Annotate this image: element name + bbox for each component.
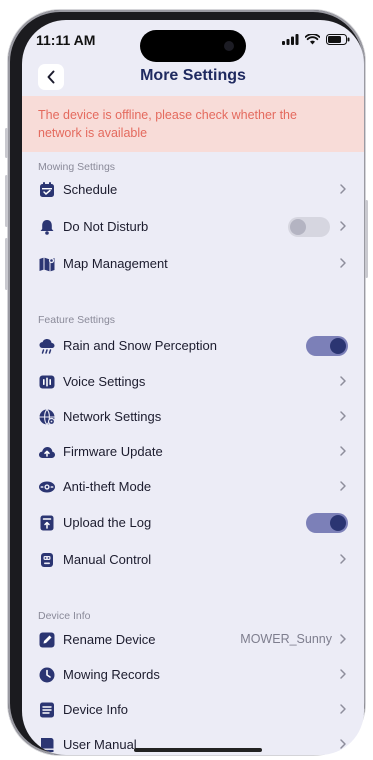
settings-row-label: Upload the Log (63, 515, 152, 530)
toggle-knob (330, 338, 346, 354)
settings-row-label: Firmware Update (63, 444, 163, 459)
settings-row-device-info[interactable]: Device Info (38, 697, 348, 723)
book-icon (41, 738, 54, 752)
nav-bar: More Settings (22, 62, 364, 96)
settings-row-label: Network Settings (63, 409, 162, 424)
action-button (5, 128, 8, 158)
chevron-right-icon (340, 258, 346, 268)
device-name-value: MOWER_Sunny (240, 632, 332, 646)
settings-row-label: Voice Settings (63, 374, 146, 389)
offline-warning-banner: The device is offline, please check whet… (22, 96, 364, 152)
chevron-right-icon (340, 634, 346, 644)
app-screen: 11:11 AM More Settings The device is off… (22, 20, 364, 755)
settings-row-label: User Manual (63, 737, 137, 752)
settings-row-manual-control[interactable]: Manual Control (38, 547, 348, 573)
section-header-device-info: Device Info (38, 610, 91, 622)
volume-down-button (5, 238, 8, 290)
chevron-right-icon (340, 446, 346, 456)
front-camera (224, 41, 234, 51)
upload-log-toggle[interactable] (306, 513, 348, 533)
settings-row-label: Rename Device (63, 632, 156, 647)
clock-icon (39, 667, 55, 683)
settings-row-voice-settings[interactable]: Voice Settings (38, 369, 348, 395)
settings-row-label: Device Info (63, 702, 129, 717)
settings-row-label: Mowing Records (63, 667, 160, 682)
bell-icon (40, 220, 54, 235)
status-time: 11:11 AM (36, 32, 96, 48)
settings-row-schedule[interactable]: Schedule (38, 177, 348, 203)
volume-up-button (5, 175, 8, 227)
map-icon (39, 257, 55, 272)
settings-row-label: Manual Control (63, 552, 152, 567)
anti-theft-icon (39, 481, 55, 493)
settings-row-upload-log[interactable]: Upload the Log (38, 510, 348, 536)
chevron-right-icon (340, 411, 346, 421)
status-bar: 11:11 AM (22, 20, 364, 62)
cloud-upload-icon (39, 447, 55, 458)
settings-row-mowing-records[interactable]: Mowing Records (38, 662, 348, 688)
power-button (365, 200, 368, 278)
page-title: More Settings (140, 67, 246, 84)
section-header-feature-settings: Feature Settings (38, 314, 116, 326)
chevron-right-icon (340, 669, 346, 679)
toggle-knob (330, 515, 346, 531)
edit-icon (39, 632, 55, 648)
settings-row-label: Map Management (63, 256, 168, 271)
rain-cloud-icon (39, 339, 55, 354)
settings-row-anti-theft-mode[interactable]: Anti-theft Mode (38, 474, 348, 500)
settings-row-firmware-update[interactable]: Firmware Update (38, 439, 348, 465)
dynamic-island (140, 30, 246, 62)
settings-row-rename-device[interactable]: Rename Device MOWER_Sunny (38, 627, 348, 653)
wifi-icon (305, 34, 320, 45)
battery-icon (326, 34, 350, 45)
network-gear-icon (39, 409, 56, 426)
calendar-icon (40, 182, 54, 197)
settings-row-label: Schedule (63, 182, 118, 197)
settings-row-label: Do Not Disturb (63, 219, 149, 234)
chevron-right-icon (340, 221, 346, 231)
settings-row-rain-snow-perception[interactable]: Rain and Snow Perception (38, 333, 348, 359)
chevron-right-icon (340, 184, 346, 194)
offline-warning-text: The device is offline, please check whet… (38, 108, 297, 140)
toggle-knob (290, 219, 306, 235)
chevron-right-icon (340, 704, 346, 714)
chevron-right-icon (340, 481, 346, 491)
robot-icon (41, 553, 53, 567)
rain-snow-perception-toggle[interactable] (306, 336, 348, 356)
signal-icon (282, 34, 299, 45)
section-header-mowing-settings: Mowing Settings (38, 161, 116, 173)
chevron-right-icon (340, 554, 346, 564)
status-icons (282, 34, 350, 45)
voice-icon (39, 375, 55, 389)
document-icon (40, 702, 54, 718)
do-not-disturb-toggle[interactable] (288, 217, 330, 237)
log-upload-icon (40, 515, 54, 531)
chevron-right-icon (340, 739, 346, 749)
settings-row-label: Rain and Snow Perception (63, 338, 217, 353)
settings-row-network-settings[interactable]: Network Settings (38, 404, 348, 430)
settings-row-map-management[interactable]: Map Management (38, 251, 348, 277)
settings-row-do-not-disturb[interactable]: Do Not Disturb (38, 214, 348, 240)
settings-row-label: Anti-theft Mode (63, 479, 152, 494)
home-indicator[interactable] (134, 748, 262, 752)
chevron-right-icon (340, 376, 346, 386)
